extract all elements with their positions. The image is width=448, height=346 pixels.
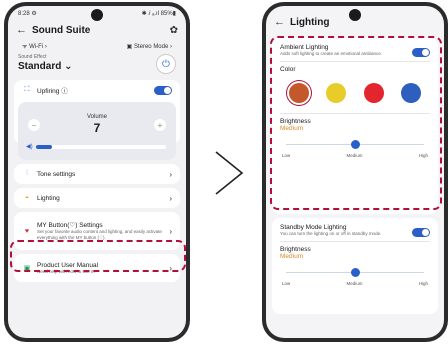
settings-status-icon: ⚙ bbox=[31, 10, 37, 17]
chevron-right-icon: › bbox=[169, 193, 172, 203]
wifi-button[interactable]: ᯤ Wi-Fi › bbox=[22, 42, 47, 50]
left-phone: 8:28 ⚙ ✱ ⅈ ₐ.ıl 85%▮ ← Sound Suite ✿ ᯤ W… bbox=[4, 2, 190, 342]
standby-brightness-ticks: Low Medium High bbox=[272, 281, 438, 286]
standby-lighting-title: Standby Mode Lighting bbox=[280, 224, 347, 231]
sound-suite-screen: 8:28 ⚙ ✱ ⅈ ₐ.ıl 85%▮ ← Sound Suite ✿ ᯤ W… bbox=[8, 6, 186, 338]
chevron-right-icon: › bbox=[169, 226, 172, 236]
standby-lighting-row: Standby Mode Lighting You can turn the l… bbox=[272, 224, 438, 237]
standby-lighting-toggle[interactable] bbox=[412, 228, 430, 237]
ambient-lighting-highlight-frame bbox=[270, 36, 442, 210]
camera-notch bbox=[91, 9, 103, 21]
upfiring-row: ⛶ Upfiring ⓘ bbox=[14, 80, 180, 100]
lighting-icon: ◓ bbox=[24, 194, 30, 202]
volume-slider[interactable] bbox=[36, 145, 166, 149]
gear-icon[interactable]: ✿ bbox=[170, 25, 178, 36]
divider bbox=[280, 241, 430, 242]
standby-brightness-label: Brightness bbox=[280, 246, 311, 253]
back-arrow-icon[interactable]: ← bbox=[16, 24, 27, 36]
volume-fill bbox=[36, 145, 52, 149]
status-time: 8:28 bbox=[18, 10, 30, 17]
connection-bar: ᯤ Wi-Fi › ▣ Stereo Mode › bbox=[8, 40, 186, 52]
upfiring-icon: ⛶ bbox=[24, 86, 30, 93]
lighting-row[interactable]: ◓ Lighting › bbox=[14, 188, 180, 208]
page-title: Lighting bbox=[290, 16, 330, 28]
upfiring-toggle[interactable] bbox=[154, 85, 172, 95]
standby-lighting-card: Standby Mode Lighting You can turn the l… bbox=[272, 218, 438, 314]
tone-settings-row[interactable]: ⫶ Tone settings › bbox=[14, 164, 180, 184]
speaker-icon: ◀) bbox=[26, 144, 33, 150]
camera-notch bbox=[349, 9, 361, 21]
power-button[interactable]: ⏻ bbox=[156, 54, 176, 74]
status-icons: ✱ ⅈ ₐ.ıl 85%▮ bbox=[141, 10, 176, 17]
chevron-right-icon: › bbox=[169, 169, 172, 179]
upfiring-label: Upfiring bbox=[37, 88, 60, 95]
volume-value: 7 bbox=[93, 121, 101, 135]
sound-effect-value: Standard bbox=[18, 61, 62, 72]
app-bar: ← Sound Suite ✿ bbox=[8, 20, 186, 40]
tone-settings-label: Tone settings bbox=[37, 170, 76, 178]
lighting-highlight-frame bbox=[10, 240, 186, 272]
sound-effect-label: Sound Effect bbox=[18, 54, 47, 60]
back-arrow-icon[interactable]: ← bbox=[274, 16, 285, 28]
lighting-label: Lighting bbox=[37, 194, 60, 202]
stereo-mode-button[interactable]: ▣ Stereo Mode › bbox=[127, 43, 172, 50]
navigation-arrow-icon bbox=[215, 151, 244, 195]
heart-icon: ♥ bbox=[24, 227, 30, 235]
tick-high: High bbox=[418, 281, 428, 286]
equalizer-icon: ⫶ bbox=[26, 170, 28, 177]
volume-plus-button[interactable]: + bbox=[154, 119, 166, 131]
standby-brightness-value: Medium bbox=[280, 253, 304, 260]
wifi-label: Wi-Fi bbox=[29, 44, 44, 50]
tick-medium: Medium bbox=[346, 281, 363, 286]
tick-low: Low bbox=[282, 281, 291, 286]
power-icon: ⏻ bbox=[162, 58, 170, 70]
page-title: Sound Suite bbox=[32, 24, 91, 36]
sound-effect-dropdown[interactable]: Standard ⌄ bbox=[18, 61, 176, 72]
standby-lighting-description: You can turn the lighting on or off in s… bbox=[280, 231, 382, 236]
volume-label: Volume bbox=[86, 114, 107, 120]
sound-effect-section: Sound Effect Standard ⌄ ⏻ bbox=[8, 52, 186, 80]
my-button-title: MY Button(♡) Settings bbox=[37, 222, 103, 230]
info-icon[interactable]: ⓘ bbox=[61, 88, 68, 95]
chevron-down-icon: ⌄ bbox=[64, 61, 73, 72]
volume-card: − Volume 7 + ◀) bbox=[18, 102, 176, 160]
stereo-mode-label: Stereo Mode bbox=[133, 43, 169, 50]
slider-knob[interactable] bbox=[350, 268, 360, 277]
standby-brightness-slider[interactable] bbox=[286, 268, 424, 278]
